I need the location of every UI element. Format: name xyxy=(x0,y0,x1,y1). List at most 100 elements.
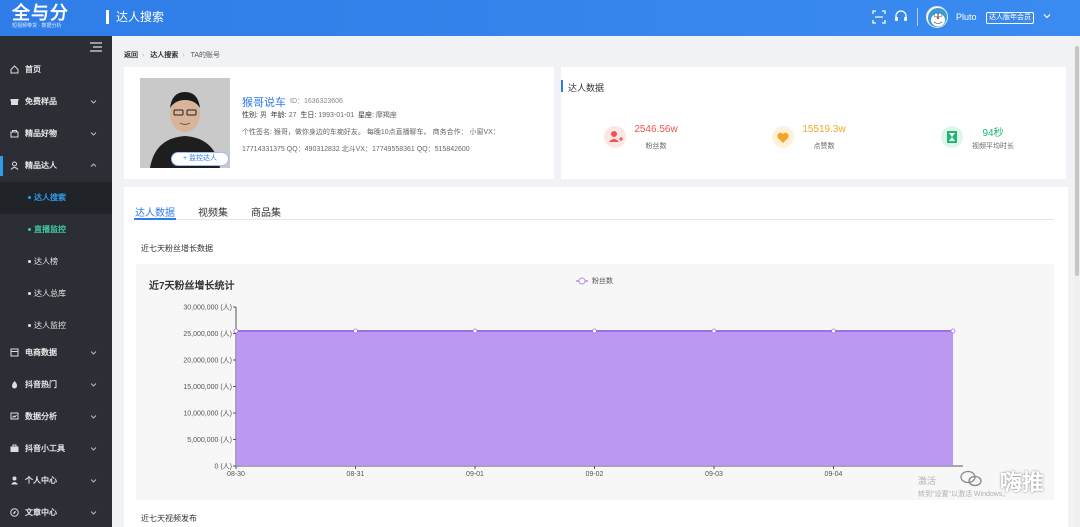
chart-icon xyxy=(10,412,19,420)
data-point xyxy=(353,328,358,334)
data-point xyxy=(472,328,478,334)
sidebar-item-label: 数据分析 xyxy=(25,412,57,421)
chevron-down-icon xyxy=(90,511,97,515)
y-tick-label: 10,000,000 (人) xyxy=(183,410,232,418)
y-tick-label: 30,000,000 (人) xyxy=(183,304,232,312)
duration-value: 94秒 xyxy=(982,128,1004,139)
bullet-dot xyxy=(28,324,31,327)
scrollbar-thumb[interactable] xyxy=(1075,46,1079,276)
sidebar-subitem-ranking[interactable]: 达人榜 xyxy=(0,246,112,278)
header-divider xyxy=(917,8,918,26)
sidebar-item-home[interactable]: 首页 xyxy=(0,54,112,86)
chevron-down-icon xyxy=(90,415,97,419)
sidebar-item-label: 免费样品 xyxy=(25,97,57,106)
chevron-down-icon[interactable] xyxy=(1042,11,1052,21)
sidebar-item-analytics[interactable]: 数据分析 xyxy=(0,401,112,433)
sidebar-subitem-search[interactable]: 达人搜索 xyxy=(0,182,112,214)
bio-line-1: 个性签名: 猴哥，做你身边的车痴好友。 每晚10点直播聊车。 商务合作： 小窗V… xyxy=(242,129,500,136)
bullet-dot xyxy=(28,260,31,263)
breadcrumb-separator: › xyxy=(142,52,145,59)
section-accent-bar xyxy=(561,80,563,92)
profile-attributes: 性别: 男 年龄: 27 生日: 1993-01-01 星座: 摩羯座 xyxy=(242,110,397,120)
bio-line-2: 17714331375 QQ：490312832 北斗VX：1774955836… xyxy=(242,146,470,153)
sidebar-item-tools[interactable]: 抖音小工具 xyxy=(0,433,112,465)
x-tick-label: 09-02 xyxy=(586,471,604,478)
sidebar-subitem-library[interactable]: 达人总库 xyxy=(0,278,112,310)
breadcrumb-level2: TA的账号 xyxy=(190,52,221,59)
sidebar-item-articles[interactable]: 文章中心 xyxy=(0,497,112,527)
sidebar-item-free-samples[interactable]: 免费样品 xyxy=(0,86,112,118)
section-fans-growth: 近七天粉丝增长数据 xyxy=(141,244,213,253)
sidebar-subitem-label: 达人榜 xyxy=(34,257,58,266)
data-point xyxy=(711,328,717,334)
stats-card xyxy=(561,67,1066,179)
influencer-id: ID：1636323606 xyxy=(290,98,343,105)
tab-influencer-data[interactable]: 达人数据 xyxy=(135,204,175,219)
y-tick-label: 25,000,000 (人) xyxy=(183,330,232,338)
brand-watermark: 嗨推 xyxy=(1000,470,1045,495)
sidebar-item-influencers[interactable]: 精品达人 xyxy=(0,150,112,182)
sidebar-item-label: 电商数据 xyxy=(25,348,57,357)
breadcrumb-separator: › xyxy=(182,52,185,59)
data-point xyxy=(831,328,836,334)
breadcrumb-back[interactable]: 返回 xyxy=(124,52,138,59)
gender-label: 性别: xyxy=(242,112,258,119)
fire-icon xyxy=(12,381,18,389)
username[interactable]: Pluto xyxy=(956,12,977,22)
sidebar-item-goods[interactable]: 精品好物 xyxy=(0,118,112,150)
section-video-publish: 近七天视频发布 xyxy=(141,514,197,523)
sidebar-item-ecommerce[interactable]: 电商数据 xyxy=(0,337,112,369)
data-point xyxy=(233,328,239,334)
sidebar-item-label: 首页 xyxy=(25,65,41,74)
logo-text: 全与分 xyxy=(12,3,69,23)
sidebar-item-label: 抖音热门 xyxy=(25,380,57,389)
x-tick-label: 09-03 xyxy=(705,471,723,478)
x-tick-label: 09-01 xyxy=(466,471,484,478)
home-icon xyxy=(10,65,19,74)
likes-value: 15519.3w xyxy=(802,124,846,135)
duration-label: 视频平均时长 xyxy=(972,143,1014,150)
compass-icon xyxy=(10,508,19,517)
scan-icon[interactable] xyxy=(872,10,886,24)
bullet-dot xyxy=(28,228,31,231)
zodiac-label: 星座: xyxy=(358,112,374,119)
app-logo[interactable]: 全与分 短视频带货 · 数据分析 xyxy=(12,3,82,33)
sidebar-item-douyin-hot[interactable]: 抖音热门 xyxy=(0,369,112,401)
y-tick-label: 20,000,000 (人) xyxy=(183,357,232,365)
chevron-down-icon xyxy=(90,479,97,483)
sidebar-item-profile[interactable]: 个人中心 xyxy=(0,465,112,497)
headset-icon[interactable] xyxy=(894,10,908,24)
sidebar-item-label: 抖音小工具 xyxy=(25,444,65,453)
page-title: 达人搜索 xyxy=(116,10,165,24)
sidebar-subitem-label: 达人总库 xyxy=(34,289,66,298)
avatar[interactable] xyxy=(926,6,948,28)
title-accent-bar xyxy=(106,10,109,24)
y-tick-label: 15,000,000 (人) xyxy=(183,383,232,391)
age-value: 27 xyxy=(288,112,297,119)
menu-toggle-icon[interactable] xyxy=(90,42,102,52)
shop-icon xyxy=(10,130,19,138)
page-scrollbar[interactable] xyxy=(1074,36,1080,527)
x-tick-label: 08-30 xyxy=(227,471,245,478)
gender-value: 男 xyxy=(259,112,267,119)
breadcrumb-level1[interactable]: 达人搜索 xyxy=(150,52,178,59)
sidebar-item-label: 文章中心 xyxy=(25,508,57,517)
chevron-down-icon xyxy=(90,351,97,355)
chevron-down-icon xyxy=(90,383,97,387)
sidebar-subitem-label: 达人监控 xyxy=(34,321,66,330)
fans-label: 粉丝数 xyxy=(645,143,667,150)
tab-video-collection[interactable]: 视频集 xyxy=(198,204,228,219)
y-tick-label: 0 (人) xyxy=(215,463,233,471)
chevron-down-icon xyxy=(90,100,97,104)
influencer-name[interactable]: 猴哥说车 xyxy=(242,94,286,110)
tab-product-collection[interactable]: 商品集 xyxy=(251,204,281,219)
sidebar-subitem-live-monitor[interactable]: 直播监控 xyxy=(0,214,112,246)
data-point xyxy=(592,328,597,334)
chevron-down-icon xyxy=(90,132,97,136)
series-area-fans xyxy=(236,331,953,466)
legend-label: 粉丝数 xyxy=(592,276,613,285)
sidebar-item-label: 精品达人 xyxy=(25,161,57,170)
monitor-influencer-button[interactable]: + 监控达人 xyxy=(171,152,229,166)
breadcrumb: 返回 › 达人搜索 › TA的账号 xyxy=(124,50,224,60)
fans-growth-chart: 0 (人) 5,000,000 (人) 10,000,000 (人) 15,000,0… xyxy=(183,276,963,478)
